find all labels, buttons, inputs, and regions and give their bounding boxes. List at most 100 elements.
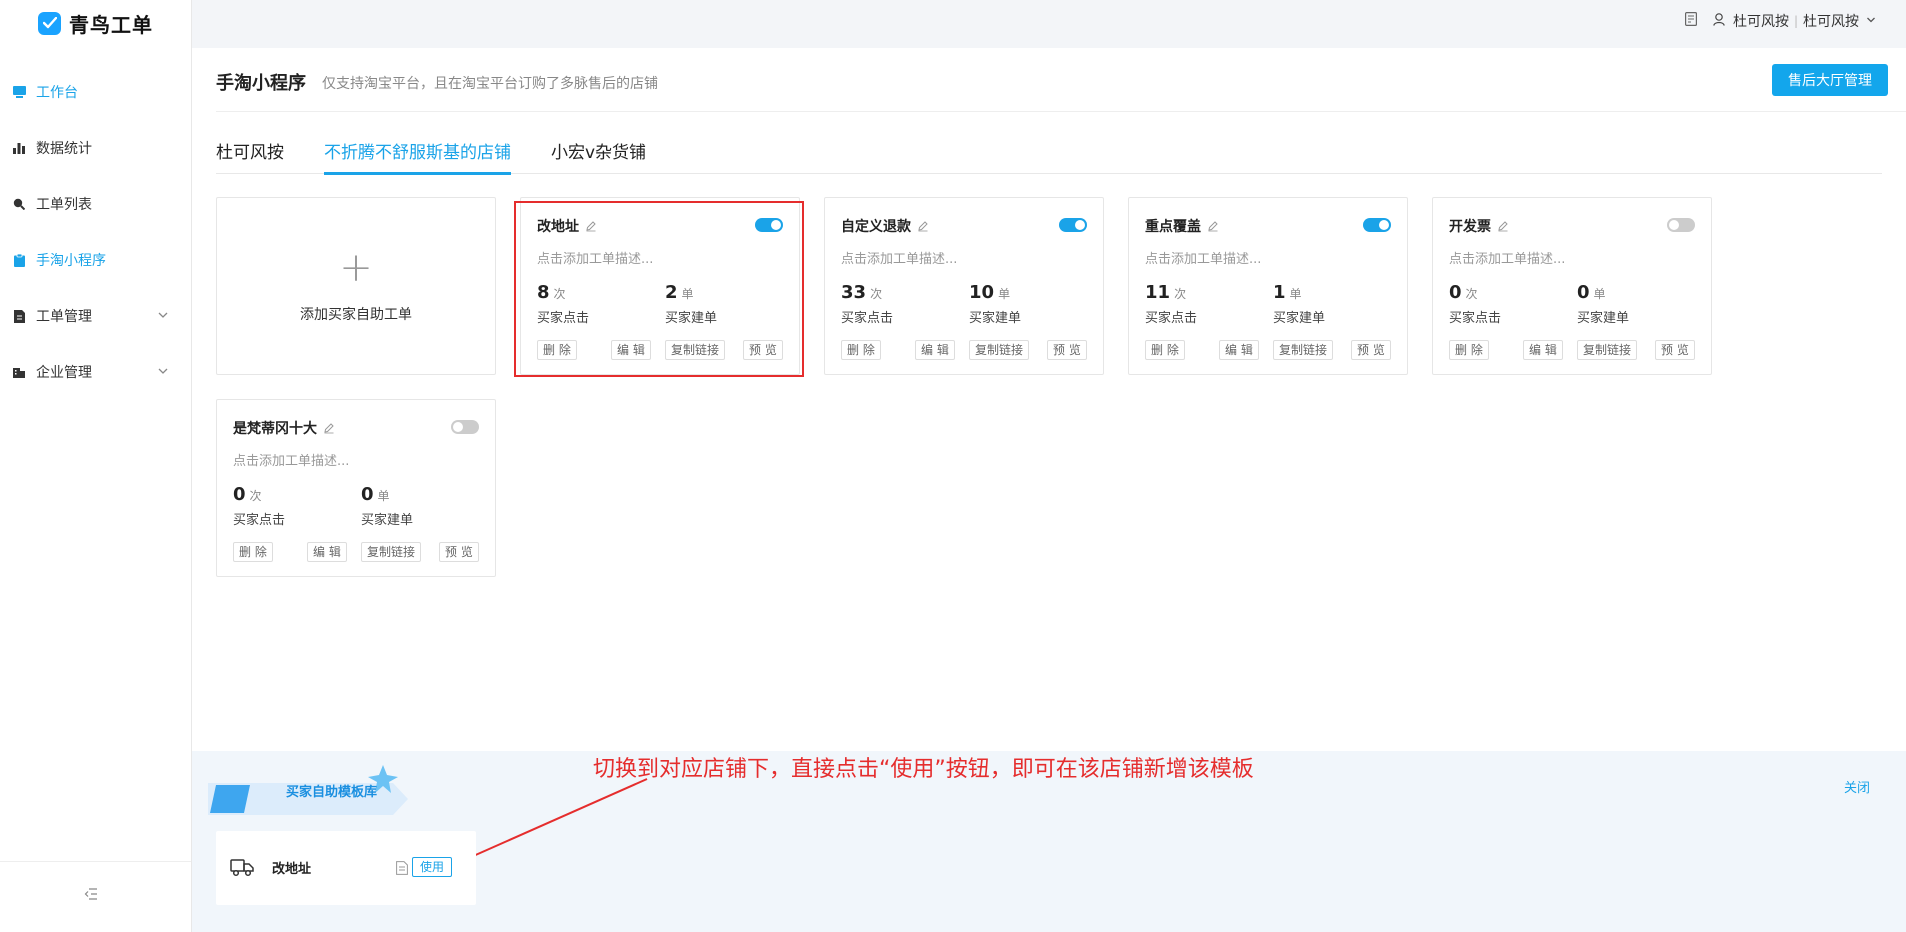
tab-shop-2[interactable]: 不折腾不舒服斯基的店铺 [324, 138, 511, 175]
order-label: 买家建单 [1577, 311, 1630, 326]
card-description[interactable]: 点击添加工单描述... [1145, 248, 1261, 267]
document-icon[interactable] [396, 860, 408, 875]
sidebar-item-label: 工单列表 [36, 197, 92, 213]
sidebar: 青鸟工单 工作台 数据统计 工单列表 手淘小程序 工单管理 企业管理 [0, 0, 192, 932]
card-title-text: 是梵蒂冈十大 [233, 421, 317, 437]
card-title: 自定义退款 [841, 216, 929, 236]
card-actions: 删 除 编 辑 复制链接 预 览 [1449, 340, 1695, 360]
copy-link-button[interactable]: 复制链接 [1273, 340, 1334, 360]
ticket-card: 开发票 点击添加工单描述... 0次 买家点击 0单 买家建单 删 除 编 辑 … [1432, 197, 1712, 375]
page-description: 仅支持淘宝平台，且在淘宝平台订购了多脉售后的店铺 [322, 76, 658, 92]
tab-shop-1[interactable]: 杜可风按 [216, 138, 284, 174]
sidebar-nav: 工作台 数据统计 工单列表 手淘小程序 工单管理 企业管理 [0, 64, 191, 400]
chevron-down-icon[interactable] [1866, 13, 1876, 29]
order-count: 0 [361, 484, 374, 505]
sidebar-item-ticket-management[interactable]: 工单管理 [0, 288, 191, 344]
sidebar-item-label: 数据统计 [36, 141, 92, 157]
notice-icon[interactable] [1684, 12, 1697, 30]
card-description[interactable]: 点击添加工单描述... [233, 450, 349, 469]
enable-toggle[interactable] [1667, 218, 1695, 232]
card-actions: 删 除 编 辑 复制链接 预 览 [1145, 340, 1391, 360]
sidebar-divider [0, 861, 191, 862]
order-unit: 单 [1593, 287, 1606, 301]
click-stat: 33 次 买家点击 [841, 282, 893, 326]
ticket-card: 是梵蒂冈十大 点击添加工单描述... 0次 买家点击 0单 买家建单 删 除 编… [216, 399, 496, 577]
use-template-button[interactable]: 使用 [412, 857, 452, 877]
delete-button[interactable]: 删 除 [233, 542, 273, 562]
sidebar-item-mini-program[interactable]: 手淘小程序 [0, 232, 191, 288]
enable-toggle[interactable] [1059, 218, 1087, 232]
edit-button[interactable]: 编 辑 [1219, 340, 1259, 360]
click-count: 33 [841, 282, 867, 303]
enable-toggle[interactable] [1363, 218, 1391, 232]
after-sales-hall-button[interactable]: 售后大厅管理 [1772, 64, 1888, 96]
clipboard-icon [12, 253, 26, 267]
search-icon [12, 197, 26, 211]
edit-pencil-icon[interactable] [1497, 220, 1509, 232]
template-card: 改地址 使用 [216, 831, 476, 905]
click-count: 11 [1145, 282, 1171, 303]
ticket-card: 自定义退款 点击添加工单描述... 33 次 买家点击 10 单 买家建单 删 除 … [824, 197, 1104, 375]
order-count: 10 [969, 282, 995, 303]
delete-button[interactable]: 删 除 [1145, 340, 1185, 360]
card-title-text: 自定义退款 [841, 219, 911, 235]
main-panel: 手淘小程序 仅支持淘宝平台，且在淘宝平台订购了多脉售后的店铺 售后大厅管理 杜可… [192, 48, 1906, 751]
document-icon [12, 309, 26, 323]
card-title-text: 开发票 [1449, 219, 1491, 235]
template-name: 改地址 [272, 862, 312, 877]
sidebar-item-statistics[interactable]: 数据统计 [0, 120, 191, 176]
app-name: 青鸟工单 [69, 12, 153, 37]
app-logo[interactable]: 青鸟工单 [38, 10, 153, 37]
sidebar-item-workbench[interactable]: 工作台 [0, 64, 191, 120]
annotation-arrow-icon [456, 778, 648, 864]
chevron-down-icon[interactable] [157, 309, 171, 323]
click-count: 0 [1449, 282, 1462, 303]
order-count: 1 [1273, 282, 1286, 303]
toggle-knob [453, 422, 463, 432]
toggle-knob [1075, 220, 1085, 230]
preview-button[interactable]: 预 览 [1351, 340, 1391, 360]
card-description[interactable]: 点击添加工单描述... [1449, 248, 1565, 267]
card-actions: 删 除 编 辑 复制链接 预 览 [233, 542, 479, 562]
edit-button[interactable]: 编 辑 [1523, 340, 1563, 360]
add-ticket-card[interactable]: + 添加买家自助工单 [216, 197, 496, 375]
copy-link-button[interactable]: 复制链接 [1577, 340, 1638, 360]
copy-link-button[interactable]: 复制链接 [969, 340, 1030, 360]
preview-button[interactable]: 预 览 [1655, 340, 1695, 360]
order-stat: 0单 买家建单 [1577, 282, 1629, 326]
delete-button[interactable]: 删 除 [1449, 340, 1489, 360]
close-library-button[interactable]: 关闭 [1844, 777, 1870, 796]
click-unit: 次 [249, 489, 262, 503]
account-name[interactable]: 杜可风按 [1803, 11, 1859, 31]
edit-button[interactable]: 编 辑 [915, 340, 955, 360]
top-bar: 杜可风按 | 杜可风按 [192, 0, 1906, 46]
order-label: 买家建单 [361, 513, 414, 528]
order-stat: 0单 买家建单 [361, 484, 413, 528]
edit-pencil-icon[interactable] [323, 422, 335, 434]
edit-button[interactable]: 编 辑 [307, 542, 347, 562]
enable-toggle[interactable] [451, 420, 479, 434]
preview-button[interactable]: 预 览 [1047, 340, 1087, 360]
preview-button[interactable]: 预 览 [439, 542, 479, 562]
monitor-icon [12, 85, 26, 99]
sidebar-item-label: 工单管理 [36, 309, 92, 325]
user-name[interactable]: 杜可风按 [1733, 11, 1789, 31]
edit-pencil-icon[interactable] [1207, 220, 1219, 232]
chevron-down-icon[interactable] [157, 365, 171, 379]
click-unit: 次 [1174, 287, 1187, 301]
sidebar-item-enterprise-management[interactable]: 企业管理 [0, 344, 191, 400]
edit-pencil-icon[interactable] [917, 220, 929, 232]
card-actions: 删 除 编 辑 复制链接 预 览 [841, 340, 1087, 360]
delete-button[interactable]: 删 除 [841, 340, 881, 360]
order-unit: 单 [1289, 287, 1302, 301]
click-unit: 次 [1465, 287, 1478, 301]
sidebar-item-ticket-list[interactable]: 工单列表 [0, 176, 191, 232]
order-unit: 单 [377, 489, 390, 503]
card-description[interactable]: 点击添加工单描述... [841, 248, 957, 267]
collapse-icon[interactable] [84, 888, 98, 904]
user-menu[interactable]: 杜可风按 | 杜可风按 [1675, 11, 1876, 31]
click-stat: 0次 买家点击 [233, 484, 285, 528]
copy-link-button[interactable]: 复制链接 [361, 542, 422, 562]
bar-chart-icon [12, 141, 26, 155]
tab-shop-3[interactable]: 小宏v杂货铺 [551, 138, 646, 174]
